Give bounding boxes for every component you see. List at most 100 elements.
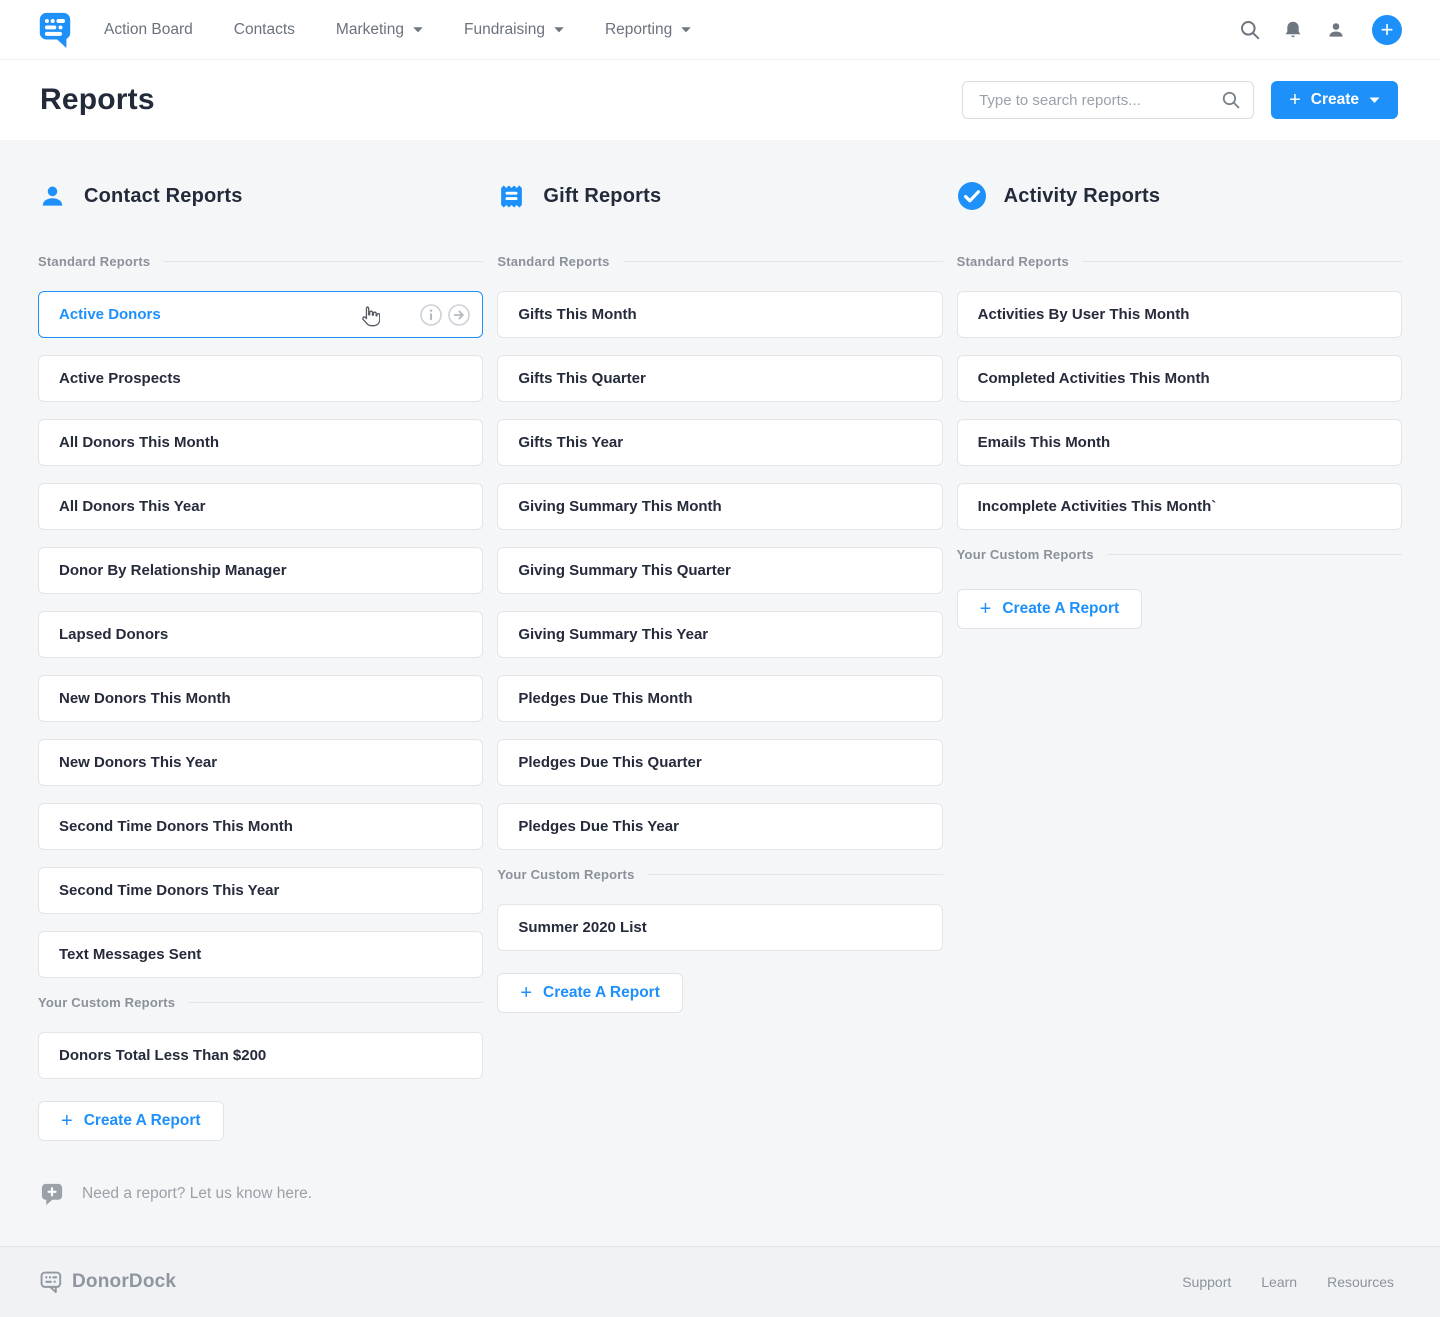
quick-add-button[interactable]: + [1372, 14, 1402, 45]
create-button-label: Create [1310, 91, 1359, 108]
report-item-label: Gifts This Month [518, 306, 637, 323]
header-actions: + Create [962, 81, 1398, 119]
report-item-label: Activities By User This Month [977, 306, 1190, 323]
footer-link-resources[interactable]: Resources [1327, 1274, 1394, 1290]
section-divider-line [622, 261, 943, 262]
report-item[interactable]: New Donors This Month [38, 675, 484, 722]
report-item-label: Gifts This Quarter [518, 370, 646, 387]
column-header: Gift Reports [497, 178, 942, 214]
column-activity-reports: Activity Reports Standard Reports Activiti… [956, 178, 1402, 629]
footer-link-learn[interactable]: Learn [1261, 1274, 1297, 1290]
column-title: Contact Reports [84, 184, 243, 207]
report-item[interactable]: Gifts This Year [497, 419, 943, 466]
mouse-cursor [359, 305, 381, 333]
section-divider-line [647, 874, 943, 875]
chevron-down-icon [1369, 97, 1380, 104]
section-label: Your Custom Reports [497, 867, 943, 882]
need-report-link[interactable]: Need a report? Let us know here. [40, 1181, 1402, 1246]
report-item[interactable]: Second Time Donors This Year [38, 867, 484, 914]
report-item-label: Lapsed Donors [59, 626, 169, 643]
report-item[interactable]: Activities By User This Month [956, 291, 1402, 338]
report-item-label: Pledges Due This Quarter [518, 754, 702, 771]
report-item[interactable]: Pledges Due This Year [497, 803, 943, 850]
report-item[interactable]: Lapsed Donors [38, 611, 484, 658]
chevron-down-icon [681, 26, 691, 33]
donordock-logo[interactable] [36, 10, 74, 50]
create-a-report-button[interactable]: + Create A Report [956, 589, 1143, 629]
report-item-label: Active Donors [59, 306, 161, 323]
report-item[interactable]: Active Prospects [38, 355, 484, 402]
section-divider-line [1081, 261, 1402, 262]
bell-icon[interactable] [1282, 19, 1304, 41]
report-item[interactable]: Summer 2020 List [497, 904, 943, 951]
plus-icon: + [1289, 88, 1301, 111]
report-item-label: All Donors This Year [59, 498, 206, 515]
nav-item-fundraising[interactable]: Fundraising [464, 21, 564, 39]
report-item-label: Second Time Donors This Month [59, 818, 293, 835]
reports-page: Action Board Contacts Marketing Fundraising… [0, 0, 1440, 1317]
section-label: Your Custom Reports [957, 547, 1402, 562]
nav-item-marketing[interactable]: Marketing [336, 21, 423, 39]
nav-item-contacts[interactable]: Contacts [234, 21, 295, 39]
create-a-report-button[interactable]: + Create A Report [497, 973, 683, 1013]
report-item[interactable]: Gifts This Month [497, 291, 943, 338]
report-item-label: Pledges Due This Year [518, 818, 679, 835]
person-icon [38, 182, 67, 211]
section-label: Standard Reports [38, 254, 484, 269]
report-item[interactable]: Giving Summary This Quarter [497, 547, 943, 594]
report-item[interactable]: All Donors This Month [38, 419, 484, 466]
report-columns: Contact Reports Standard Reports Active Do… [38, 178, 1402, 1141]
plus-icon: + [61, 1109, 73, 1132]
report-item-label: Donor By Relationship Manager [59, 562, 287, 579]
section-divider-line [1106, 554, 1402, 555]
report-item[interactable]: Incomplete Activities This Month` [956, 483, 1402, 530]
create-a-report-button[interactable]: + Create A Report [38, 1101, 224, 1141]
reports-content: Contact Reports Standard Reports Active Do… [0, 140, 1440, 1246]
need-report-text[interactable]: Need a report? Let us know here. [82, 1185, 312, 1203]
report-item[interactable]: Second Time Donors This Month [38, 803, 484, 850]
column-header: Activity Reports [957, 178, 1402, 214]
create-button[interactable]: + Create [1271, 81, 1398, 119]
arrow-circle-icon[interactable] [448, 303, 471, 326]
search-icon[interactable] [1239, 19, 1261, 41]
report-item[interactable]: Pledges Due This Quarter [497, 739, 943, 786]
report-item-label: New Donors This Year [59, 754, 218, 771]
report-item[interactable]: Text Messages Sent [38, 931, 484, 978]
nav-item-reporting[interactable]: Reporting [605, 21, 691, 39]
report-item[interactable]: Giving Summary This Month [497, 483, 943, 530]
report-item-label: New Donors This Month [59, 690, 231, 707]
plus-icon: + [979, 597, 992, 620]
report-item[interactable]: Donor By Relationship Manager [38, 547, 484, 594]
report-item[interactable]: Giving Summary This Year [497, 611, 943, 658]
footer-link-support[interactable]: Support [1182, 1274, 1231, 1290]
report-item-label: Emails This Month [977, 434, 1111, 451]
report-item-label: Completed Activities This Month [977, 370, 1210, 387]
section-label-text: Standard Reports [497, 254, 610, 269]
column-contact-reports: Contact Reports Standard Reports Active Do… [38, 178, 484, 1141]
section-label-text: Your Custom Reports [38, 995, 176, 1010]
report-item-label: Giving Summary This Year [518, 626, 709, 643]
report-item[interactable]: Active Donors [38, 291, 484, 338]
info-icon[interactable] [420, 303, 443, 326]
report-item[interactable]: Completed Activities This Month [956, 355, 1402, 402]
column-title: Activity Reports [1003, 184, 1161, 207]
top-navigation: Action Board Contacts Marketing Fundraising… [0, 0, 1440, 60]
report-item[interactable]: Gifts This Quarter [497, 355, 943, 402]
report-item[interactable]: Donors Total Less Than $200 [38, 1032, 484, 1079]
section-label: Standard Reports [497, 254, 943, 269]
section-divider-line [188, 1002, 484, 1003]
report-item-label: All Donors This Month [59, 434, 219, 451]
search-reports-input[interactable] [977, 90, 1214, 110]
nav-menu: Action Board Contacts Marketing Fundraising… [104, 21, 1239, 39]
nav-item-action-board[interactable]: Action Board [104, 21, 193, 39]
report-item-label: Active Prospects [59, 370, 181, 387]
user-icon[interactable] [1325, 19, 1347, 41]
report-item[interactable]: Emails This Month [956, 419, 1402, 466]
report-item[interactable]: New Donors This Year [38, 739, 484, 786]
report-item[interactable]: Pledges Due This Month [497, 675, 943, 722]
report-item[interactable]: All Donors This Year [38, 483, 484, 530]
receipt-icon [497, 182, 526, 211]
create-a-report-label: Create A Report [543, 984, 660, 1001]
report-item-label: Pledges Due This Month [518, 690, 693, 707]
footer-links: Support Learn Resources [1182, 1274, 1394, 1290]
